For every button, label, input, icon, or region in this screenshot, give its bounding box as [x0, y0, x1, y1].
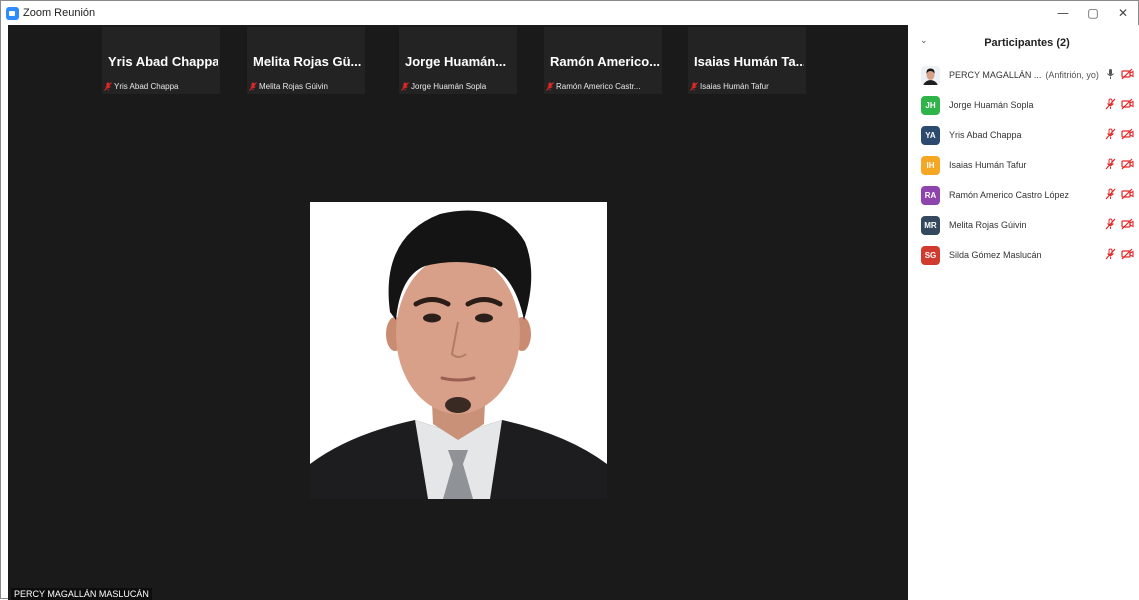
thumbnail-name: Ramón Americo... — [550, 54, 660, 69]
avatar — [921, 65, 940, 85]
video-off-icon[interactable] — [1121, 158, 1134, 170]
host-avatar-photo — [921, 65, 940, 85]
mic-muted-icon[interactable] — [1104, 218, 1117, 230]
mic-muted-icon[interactable] — [1104, 248, 1117, 260]
video-thumbnail[interactable]: Isaias Humán Ta... Isaias Humán Tafur — [688, 27, 806, 94]
participant-name: PERCY MAGALLÁN ... — [949, 70, 1042, 80]
participant-row-host[interactable]: PERCY MAGALLÁN ... (Anfitrión, yo) — [908, 60, 1139, 90]
zoom-window: Zoom Reunión — ▢ ✕ Yris Abad Chappa Yris… — [0, 0, 1139, 600]
mic-muted-icon — [104, 82, 112, 91]
meeting-area: Yris Abad Chappa Yris Abad Chappa Melita… — [8, 25, 908, 600]
video-off-icon[interactable] — [1121, 248, 1134, 260]
participant-row[interactable]: MR Melita Rojas Gúivin — [908, 210, 1139, 240]
mic-muted-icon[interactable] — [1104, 98, 1117, 110]
thumbnail-label: Ramón Americo Castr... — [556, 82, 641, 91]
participant-row[interactable]: JH Jorge Huamán Sopla — [908, 90, 1139, 120]
thumbnail-name: Yris Abad Chappa — [108, 54, 218, 69]
video-thumbnail[interactable]: Melita Rojas Gü... Melita Rojas Gúivin — [247, 27, 365, 94]
mic-muted-icon — [401, 82, 409, 91]
mic-muted-icon — [249, 82, 257, 91]
title-bar: Zoom Reunión — ▢ ✕ — [1, 1, 1138, 25]
video-thumbnail[interactable]: Ramón Americo... Ramón Americo Castr... — [544, 27, 662, 94]
window-title: Zoom Reunión — [23, 7, 96, 19]
video-off-icon[interactable] — [1121, 188, 1134, 200]
active-speaker-video[interactable] — [310, 202, 607, 499]
avatar: MR — [921, 215, 940, 235]
video-off-icon[interactable] — [1121, 128, 1134, 140]
participant-role: (Anfitrión, yo) — [1045, 70, 1099, 80]
participant-name: Yris Abad Chappa — [949, 130, 1022, 140]
avatar: IH — [921, 155, 940, 175]
video-off-icon[interactable] — [1121, 218, 1134, 230]
video-off-icon[interactable] — [1121, 68, 1134, 80]
panel-header: ⌄ Participantes (2) — [908, 25, 1139, 61]
video-thumbnail[interactable]: Yris Abad Chappa Yris Abad Chappa — [102, 27, 220, 94]
participant-portrait — [310, 202, 607, 499]
thumbnail-name: Isaias Humán Ta... — [694, 54, 804, 69]
participants-panel: ⌄ Participantes (2) PERCY MAGALLÁN ... (… — [908, 25, 1139, 600]
participant-name: Ramón Americo Castro López — [949, 190, 1070, 200]
avatar: JH — [921, 95, 940, 115]
mic-muted-icon — [690, 82, 698, 91]
participant-row[interactable]: IH Isaias Humán Tafur — [908, 150, 1139, 180]
avatar: RA — [921, 185, 940, 205]
avatar: SG — [921, 245, 940, 265]
mic-muted-icon[interactable] — [1104, 158, 1117, 170]
mic-muted-icon[interactable] — [1104, 188, 1117, 200]
thumbnail-name: Melita Rojas Gü... — [253, 54, 362, 69]
microphone-icon[interactable] — [1104, 68, 1117, 80]
participant-row[interactable]: RA Ramón Americo Castro López — [908, 180, 1139, 210]
mic-muted-icon[interactable] — [1104, 128, 1117, 140]
thumbnail-name: Jorge Huamán... — [405, 54, 507, 69]
avatar: YA — [921, 125, 940, 145]
self-view-label: PERCY MAGALLÁN MASLUCÁN — [11, 588, 152, 600]
video-off-icon[interactable] — [1121, 98, 1134, 110]
participant-name: Silda Gómez Maslucán — [949, 250, 1042, 260]
thumbnail-label: Isaias Humán Tafur — [700, 82, 769, 91]
restore-button[interactable]: ▢ — [1078, 1, 1108, 25]
panel-title: Participantes (2) — [984, 37, 1070, 49]
minimize-button[interactable]: — — [1048, 1, 1078, 25]
participant-row[interactable]: YA Yris Abad Chappa — [908, 120, 1139, 150]
window-controls: — ▢ ✕ — [1048, 1, 1138, 25]
participant-name: Melita Rojas Gúivin — [949, 220, 1027, 230]
close-button[interactable]: ✕ — [1108, 1, 1138, 25]
thumbnail-label: Jorge Huamán Sopla — [411, 82, 487, 91]
video-thumbnail[interactable]: Jorge Huamán... Jorge Huamán Sopla — [399, 27, 517, 94]
participant-name: Isaias Humán Tafur — [949, 160, 1027, 170]
thumbnail-label: Yris Abad Chappa — [114, 82, 179, 91]
mic-muted-icon — [546, 82, 554, 91]
participant-name: Jorge Huamán Sopla — [949, 100, 1034, 110]
chevron-down-icon[interactable]: ⌄ — [920, 36, 928, 46]
zoom-app-icon — [6, 6, 19, 20]
thumbnail-label: Melita Rojas Gúivin — [259, 82, 328, 91]
participant-row[interactable]: SG Silda Gómez Maslucán — [908, 240, 1139, 270]
